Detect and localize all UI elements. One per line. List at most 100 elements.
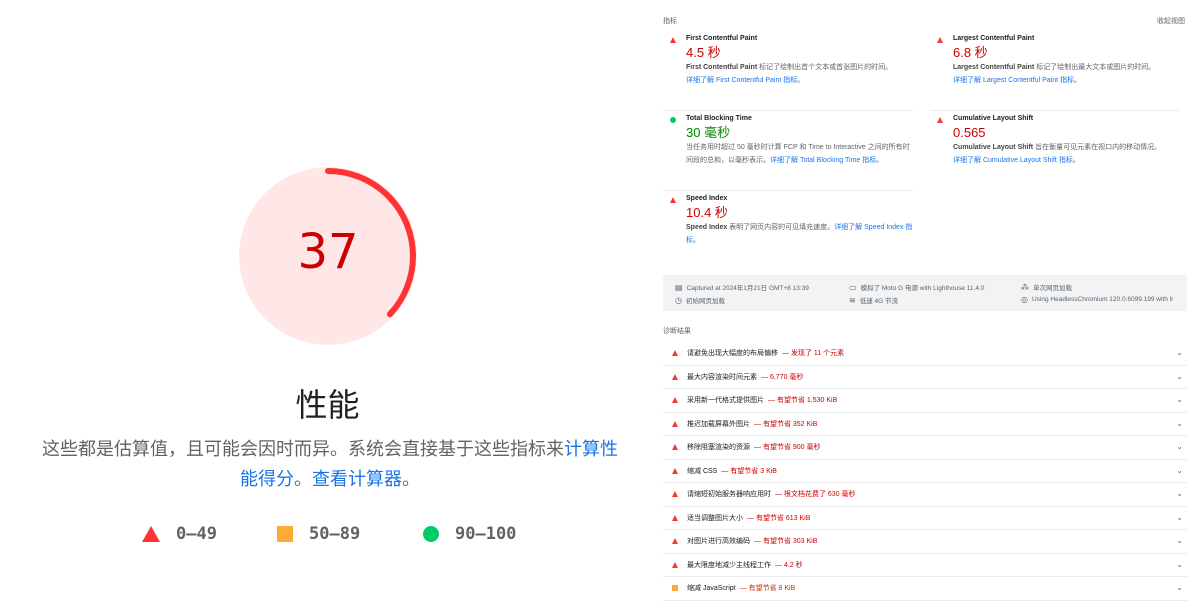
runtime-initial: ◷ 初始网页加载 <box>675 295 725 306</box>
metric-learn-more-link[interactable]: 详细了解 Cumulative Layout Shift 指标 <box>953 157 1073 164</box>
metrics-title: 指标 <box>663 18 677 25</box>
audit-indicator <box>663 373 687 380</box>
fail-triangle-icon <box>672 467 678 474</box>
audit-item[interactable]: 请避免出现大幅度的布局偏移 — 发现了 11 个元素 ⌄ <box>663 342 1187 366</box>
audit-title: 最大限度地减少主线程工作 <box>687 561 771 569</box>
score-value: 37 <box>297 224 359 280</box>
fail-triangle-icon <box>672 397 678 404</box>
audit-item[interactable]: 移除阻塞渲染的资源 — 有望节省 900 毫秒 ⌄ <box>663 436 1187 460</box>
fail-triangle-icon <box>672 420 678 427</box>
metric-learn-more-link[interactable]: 详细了解 Largest Contentful Paint 指标 <box>953 77 1074 84</box>
metric-title: Total Blocking Time <box>686 115 752 122</box>
metric-title: Largest Contentful Paint <box>953 35 1035 42</box>
audit-display-value: — 6,770 毫秒 <box>761 373 804 381</box>
score-gauge: 37 <box>239 167 417 345</box>
audit-display-value: — 4.2 秒 <box>775 561 803 569</box>
runtime-device-text: 模拟了 Moto G 电源 with Lighthouse 11.4.0 <box>860 285 985 292</box>
runtime-captured-text: Captured at 2024年1月21日 GMT+8 13:39 <box>686 285 809 292</box>
chevron-down-icon[interactable]: ⌄ <box>1176 442 1183 451</box>
runtime-initial-text: 初始网页加载 <box>685 298 725 305</box>
audit-indicator <box>663 350 687 357</box>
metric-title: Cumulative Layout Shift <box>953 115 1034 122</box>
metric-desc-text: 旨在衡量可见元素在视口内的移动情况。 <box>1033 144 1162 151</box>
audit-title: 缩减 JavaScript <box>687 585 736 593</box>
audit-display-value: — 发现了 11 个元素 <box>782 350 845 358</box>
circle-icon <box>423 526 439 542</box>
audit-item[interactable]: 对图片进行高效编码 — 有望节省 303 KiB ⌄ <box>663 530 1187 554</box>
metric-value: 0.565 <box>953 125 986 140</box>
runtime-throttle: ≋ 低速 4G 节流 <box>849 295 898 306</box>
metric-cls: Cumulative Layout Shift 0.565 Cumulative… <box>930 113 1180 191</box>
chevron-down-icon[interactable]: ⌄ <box>1176 372 1183 381</box>
metric-lcp: Largest Contentful Paint 6.8 秒 Largest C… <box>930 33 1180 111</box>
chevron-down-icon[interactable]: ⌄ <box>1176 536 1183 545</box>
description-text: 这些都是估算值，且可能会因时而异。系统会直接基于这些指标来 <box>42 439 564 460</box>
runtime-settings: ▤ Captured at 2024年1月21日 GMT+8 13:39 ▭ 模… <box>663 275 1187 311</box>
audit-display-value: — 有望节省 303 KiB <box>754 538 818 546</box>
metric-fcp: First Contentful Paint 4.5 秒 First Conte… <box>663 33 913 111</box>
browser-icon: ◎ <box>1021 295 1028 304</box>
audit-indicator <box>663 561 687 568</box>
audit-item[interactable]: 缩减 JavaScript — 有望节省 8 KiB ⌄ <box>663 577 1187 601</box>
fail-triangle-icon <box>672 538 678 545</box>
metric-desc-name: Speed Index <box>686 224 728 231</box>
audit-item[interactable]: 适当调整图片大小 — 有望节省 613 KiB ⌄ <box>663 507 1187 530</box>
metric-desc-text: 标记了绘制出最大文本或图片的时间。 <box>1034 64 1156 71</box>
chevron-down-icon[interactable]: ⌄ <box>1176 513 1183 522</box>
audit-display-value: — 有望节省 3 KiB <box>721 467 777 475</box>
category-description: 这些都是估算值，且可能会因时而异。系统会直接基于这些指标来计算性能得分。查看计算… <box>35 435 625 495</box>
metric-description: Speed Index 表明了网页内容的可见填充速度。详细了解 Speed In… <box>686 224 913 244</box>
fail-triangle-icon <box>937 117 943 123</box>
chevron-down-icon[interactable]: ⌄ <box>1176 583 1183 592</box>
audit-item[interactable]: 最大限度地减少主线程工作 — 4.2 秒 ⌄ <box>663 554 1187 577</box>
chevron-down-icon[interactable]: ⌄ <box>1176 489 1183 498</box>
metric-learn-more-link[interactable]: 详细了解 Total Blocking Time 指标 <box>770 157 876 164</box>
audit-item[interactable]: 推迟加载屏幕外图片 — 有望节省 352 KiB ⌄ <box>663 413 1187 436</box>
chevron-down-icon[interactable]: ⌄ <box>1176 348 1183 357</box>
wifi-icon: ≋ <box>849 295 856 305</box>
audit-indicator <box>663 538 687 545</box>
audit-display-value: — 有望节省 1,530 KiB <box>768 397 838 405</box>
legend-average: 50–89 <box>277 522 360 546</box>
legend-average-range: 50–89 <box>309 524 361 544</box>
audit-title: 适当调整图片大小 <box>687 514 743 522</box>
audit-title: 缩减 CSS <box>687 467 718 475</box>
chevron-down-icon[interactable]: ⌄ <box>1176 466 1183 475</box>
audit-title: 对图片进行高效编码 <box>687 538 750 546</box>
audit-display-value: — 根文档花费了 630 毫秒 <box>775 491 856 499</box>
metric-tbt: Total Blocking Time 30 毫秒 当任务用时超过 50 毫秒时… <box>663 113 913 191</box>
view-calculator-link[interactable]: 查看计算器 <box>312 469 402 490</box>
metric-desc-name: First Contentful Paint <box>686 64 758 71</box>
audit-item[interactable]: 缩减 CSS — 有望节省 3 KiB ⌄ <box>663 460 1187 483</box>
chevron-down-icon[interactable]: ⌄ <box>1176 395 1183 404</box>
metric-description: Cumulative Layout Shift 旨在衡量可见元素在视口内的移动情… <box>953 144 1162 164</box>
audit-display-value: — 有望节省 8 KiB <box>739 585 796 593</box>
fail-triangle-icon <box>672 373 678 380</box>
chevron-down-icon[interactable]: ⌄ <box>1176 560 1183 569</box>
legend-fail-range: 0–49 <box>176 524 217 544</box>
fail-triangle-icon <box>672 350 678 357</box>
audit-item[interactable]: 采用新一代格式提供图片 — 有望节省 1,530 KiB ⌄ <box>663 389 1187 413</box>
fail-triangle-icon <box>672 444 678 451</box>
metric-learn-more-link[interactable]: 详细了解 First Contentful Paint 指标 <box>686 77 797 84</box>
description-separator: 。 <box>294 469 312 490</box>
fail-triangle-icon <box>670 37 676 43</box>
audit-display-value: — 有望节省 613 KiB <box>747 514 811 522</box>
metric-speed-index: Speed Index 10.4 秒 Speed Index 表明了网页内容的可… <box>663 193 913 259</box>
pass-circle-icon <box>670 117 676 123</box>
legend-fail: 0–49 <box>142 522 217 546</box>
score-panel: 37 性能 这些都是估算值，且可能会因时而异。系统会直接基于这些指标来计算性能得… <box>0 0 655 611</box>
collapse-view-toggle[interactable]: 收起视图 <box>1157 16 1185 26</box>
audit-indicator <box>663 444 687 451</box>
audit-item[interactable]: 请缩短初始服务器响应用时 — 根文档花费了 630 毫秒 ⌄ <box>663 483 1187 507</box>
audit-title: 最大内容渲染时间元素 <box>687 373 757 381</box>
fail-triangle-icon <box>672 514 678 521</box>
chevron-down-icon[interactable]: ⌄ <box>1176 419 1183 428</box>
metric-value: 4.5 秒 <box>686 45 721 60</box>
fail-triangle-icon <box>670 197 676 203</box>
metrics-header: 指标 收起视图 <box>663 16 1185 28</box>
audit-item[interactable]: 最大内容渲染时间元素 — 6,770 毫秒 ⌄ <box>663 366 1187 389</box>
audit-indicator <box>663 397 687 404</box>
audit-indicator <box>663 491 687 498</box>
audit-title: 移除阻塞渲染的资源 <box>687 444 750 452</box>
